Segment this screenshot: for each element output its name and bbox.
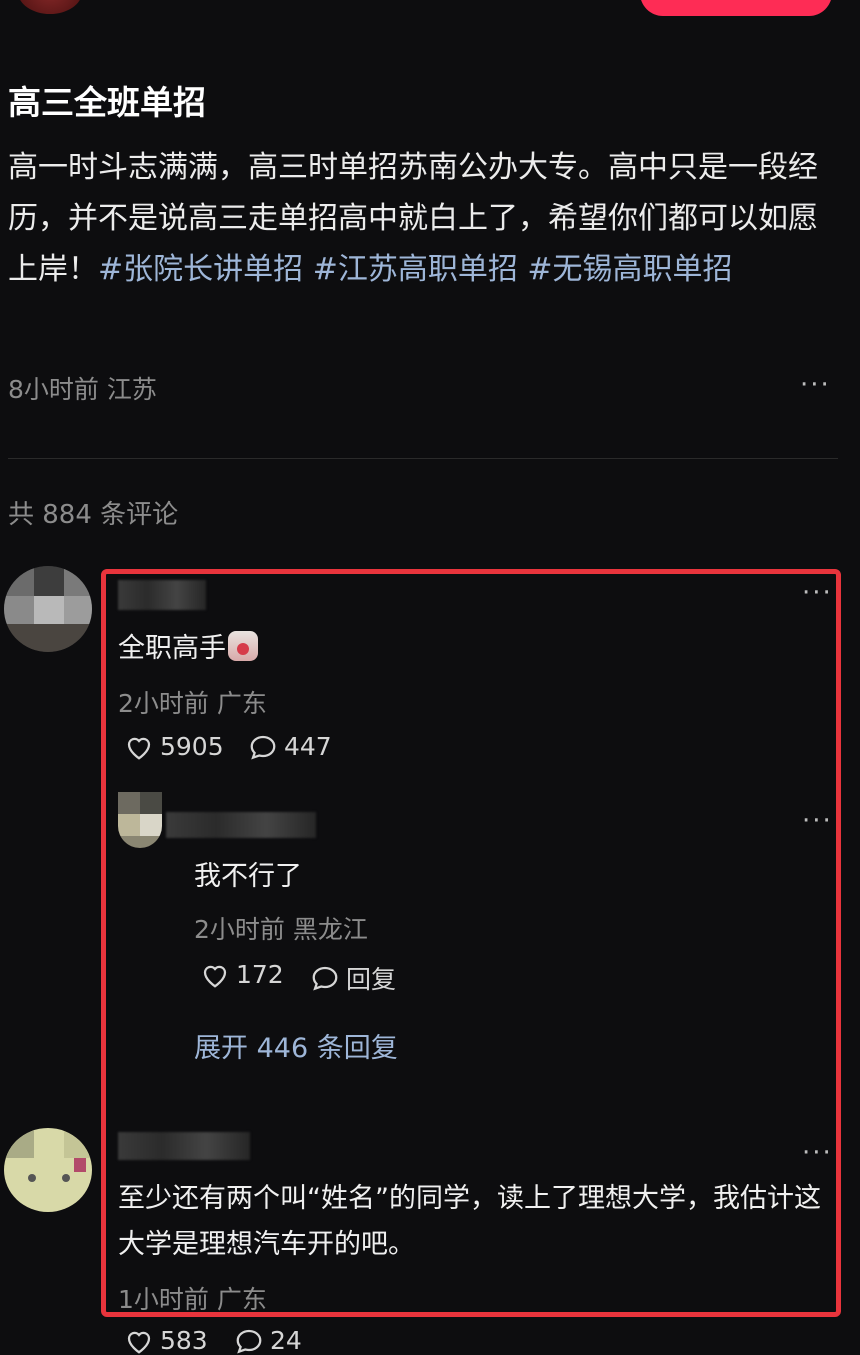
comment-more-icon[interactable]: ··· [802, 578, 833, 608]
heart-icon [203, 965, 227, 988]
hashtag-link[interactable]: #无锡高职单招 [527, 252, 732, 287]
commenter-name-blurred[interactable] [118, 1132, 250, 1160]
post-more-icon[interactable]: ··· [800, 370, 831, 400]
reply-count: 447 [284, 732, 332, 761]
like-button[interactable]: 583 [124, 1326, 208, 1355]
comments-count: 共 884 条评论 [8, 500, 179, 530]
reply-button[interactable]: 24 [234, 1326, 302, 1355]
like-button[interactable]: 172 [200, 960, 284, 989]
comment-more-icon[interactable]: ··· [802, 806, 833, 836]
comment-meta: 2小时前 广东 [118, 689, 267, 718]
reply-count: 24 [270, 1326, 302, 1355]
comment-text: 至少还有两个叫“姓名”的同学，读上了理想大学，我估计这大学是理想汽车开的吧。 [118, 1183, 821, 1260]
post-title: 高三全班单招 [8, 83, 206, 122]
commenter-avatar[interactable] [4, 1128, 92, 1212]
heart-icon [127, 1331, 151, 1354]
like-count: 5905 [160, 732, 224, 761]
author-avatar[interactable] [18, 0, 82, 14]
crying-emoji-icon [228, 631, 258, 661]
heart-icon [127, 737, 151, 760]
reply-button[interactable]: 回复 [310, 960, 396, 996]
comment-meta: 1小时前 广东 [118, 1285, 267, 1314]
commenter-avatar[interactable] [4, 566, 92, 652]
follow-button[interactable] [640, 0, 832, 16]
reply-button[interactable]: 447 [248, 732, 332, 761]
reply-label: 回复 [346, 965, 397, 994]
post-meta: 8小时前 江苏 [8, 375, 157, 404]
like-count: 583 [160, 1326, 208, 1355]
commenter-name-blurred[interactable] [118, 580, 206, 610]
expand-replies-link[interactable]: 展开 446 条回复 [194, 1026, 398, 1065]
comment-bubble-icon [250, 735, 276, 759]
like-button[interactable]: 5905 [124, 732, 224, 761]
comment-text-content: 全职高手 [118, 633, 226, 664]
hashtag-link[interactable]: #江苏高职单招 [313, 252, 518, 287]
hashtag-link[interactable]: #张院长讲单招 [98, 252, 303, 287]
post-body: 高一时斗志满满，高三时单招苏南公办大专。高中只是一段经历，并不是说高三走单招高中… [8, 142, 838, 295]
like-count: 172 [236, 960, 284, 989]
comment-more-icon[interactable]: ··· [802, 1138, 833, 1168]
commenter-avatar[interactable] [118, 792, 162, 848]
commenter-name-blurred[interactable] [166, 812, 316, 838]
comment-meta: 2小时前 黑龙江 [194, 915, 368, 944]
comment-text: 全职高手 [118, 626, 258, 665]
comment-bubble-icon [236, 1329, 262, 1353]
comment-text: 我不行了 [194, 861, 302, 892]
comment-bubble-icon [312, 966, 338, 991]
divider [8, 458, 838, 459]
